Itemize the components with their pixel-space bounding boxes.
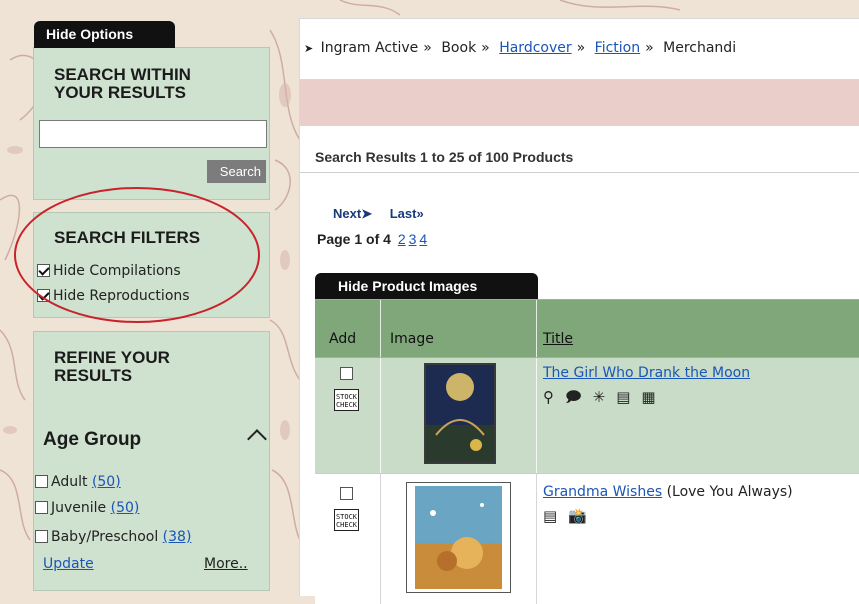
stock-check-icon[interactable]: STOCK CHECK	[334, 389, 359, 411]
checkbox[interactable]	[35, 475, 48, 488]
column-divider	[380, 300, 381, 357]
breadcrumb-item: Ingram Active	[320, 40, 419, 56]
search-within-title: SEARCH WITHIN YOUR RESULTS	[54, 66, 191, 102]
breadcrumb-arrow-icon: ➤	[304, 42, 314, 55]
results-panel: Search Results 1 to 25 of 100 Products N…	[299, 126, 859, 604]
search-within-panel: SEARCH WITHIN YOUR RESULTS Search	[33, 47, 270, 200]
search-filters-title: SEARCH FILTERS	[54, 228, 201, 247]
page-link-2[interactable]: 2	[398, 231, 406, 247]
results-header: Search Results 1 to 25 of 100 Products	[300, 126, 859, 173]
book-cover-image[interactable]	[406, 482, 511, 593]
more-link[interactable]: More..	[204, 556, 248, 572]
checkbox[interactable]	[35, 530, 48, 543]
search-within-input[interactable]	[39, 120, 267, 148]
table-row: STOCK CHECK Grandma Wishes (Love You Alw…	[315, 473, 859, 604]
product-series: (Love You Always)	[666, 484, 793, 500]
breadcrumb-separator: »	[423, 40, 432, 56]
speech-bubble-icon[interactable]: 🗩	[565, 388, 593, 406]
page-label: Page 1 of 4	[317, 231, 391, 247]
add-checkbox[interactable]	[340, 367, 353, 380]
cover-art	[407, 483, 510, 592]
trophy-icon[interactable]: ⚲	[543, 388, 565, 406]
search-filters-panel: SEARCH FILTERS Hide Compilations Hide Re…	[33, 212, 270, 318]
table-row: STOCK CHECK The Girl Who Drank the Moon …	[315, 357, 859, 474]
option-label: Adult	[51, 474, 88, 490]
breadcrumb-item: Book	[441, 40, 477, 56]
option-label: Baby/Preschool	[51, 529, 159, 545]
page-link-3[interactable]: 3	[409, 231, 417, 247]
document-icon[interactable]: ▤	[616, 388, 641, 406]
column-divider	[536, 358, 537, 474]
page-info: Page 1 of 4 234	[317, 231, 427, 247]
option-count-link[interactable]: (50)	[92, 474, 121, 490]
column-divider	[536, 300, 537, 357]
product-icons: ⚲🗩✳▤▦	[543, 387, 667, 412]
breadcrumb-link-hardcover[interactable]: Hardcover	[499, 40, 571, 56]
table-header: Add Image Title	[315, 299, 859, 357]
review-star-icon[interactable]: ✳	[593, 388, 617, 406]
breadcrumb-item: Merchandi	[663, 40, 737, 56]
option-count-link[interactable]: (50)	[111, 500, 140, 516]
filter-hide-compilations[interactable]: Hide Compilations	[37, 263, 181, 279]
column-add: Add	[329, 331, 357, 347]
next-label: Next	[333, 206, 362, 221]
refine-title-line1: REFINE YOUR	[54, 348, 170, 367]
next-link[interactable]: Next➤	[333, 206, 372, 221]
hide-product-images-tab[interactable]: Hide Product Images	[315, 273, 538, 299]
excerpt-icon[interactable]: ▦	[641, 388, 666, 406]
checkbox-checked[interactable]	[37, 264, 50, 277]
breadcrumb-separator: »	[481, 40, 490, 56]
filter-label: Hide Reproductions	[53, 288, 190, 304]
last-label: Last	[389, 206, 417, 221]
add-checkbox[interactable]	[340, 487, 353, 500]
refine-title-line2: RESULTS	[54, 366, 133, 385]
chevron-up-icon[interactable]	[247, 429, 267, 449]
book-cover-image[interactable]	[424, 363, 496, 464]
cover-art	[426, 365, 494, 462]
product-title-line: Grandma Wishes (Love You Always)	[543, 484, 793, 500]
age-option-juvenile[interactable]: Juvenile (50)	[35, 500, 139, 516]
checkbox[interactable]	[35, 501, 48, 514]
column-divider	[536, 474, 537, 604]
option-count-link[interactable]: (38)	[163, 529, 192, 545]
product-title-link[interactable]: Grandma Wishes	[543, 484, 662, 500]
filter-label: Hide Compilations	[53, 263, 181, 279]
search-within-title-line1: SEARCH WITHIN	[54, 65, 191, 84]
age-option-baby-preschool[interactable]: Baby/Preschool (38)	[35, 529, 191, 545]
search-within-title-line2: YOUR RESULTS	[54, 83, 186, 102]
product-icons: ▤📸	[543, 507, 598, 525]
pager: Next➤ Last»	[333, 206, 424, 222]
column-divider	[380, 358, 381, 474]
column-image: Image	[390, 331, 434, 347]
stock-check-icon[interactable]: STOCK CHECK	[334, 509, 359, 531]
breadcrumb-decorative-band	[299, 80, 859, 126]
checkbox-checked[interactable]	[37, 289, 50, 302]
breadcrumb-separator: »	[576, 40, 586, 56]
option-label: Juvenile	[51, 500, 107, 516]
refine-title: REFINE YOUR RESULTS	[54, 349, 170, 385]
column-title-sort[interactable]: Title	[543, 331, 573, 347]
results-summary: Search Results 1 to 25 of 100 Products	[315, 149, 574, 165]
update-link[interactable]: Update	[43, 556, 94, 572]
product-title-link[interactable]: The Girl Who Drank the Moon	[543, 365, 750, 381]
breadcrumb-separator: »	[645, 40, 654, 56]
age-option-adult[interactable]: Adult (50)	[35, 474, 121, 490]
breadcrumb: ➤ Ingram Active» Book» Hardcover» Fictio…	[299, 18, 859, 80]
camera-flash-icon[interactable]: 📸	[568, 507, 598, 525]
column-divider	[380, 474, 381, 604]
age-group-heading: Age Group	[43, 429, 142, 450]
last-link[interactable]: Last»	[390, 206, 424, 221]
document-icon[interactable]: ▤	[543, 507, 568, 525]
breadcrumb-link-fiction[interactable]: Fiction	[595, 40, 640, 56]
hide-options-tab[interactable]: Hide Options	[34, 21, 175, 48]
filter-hide-reproductions[interactable]: Hide Reproductions	[37, 288, 190, 304]
page-link-4[interactable]: 4	[419, 231, 427, 247]
refine-results-panel: REFINE YOUR RESULTS Age Group Adult (50)…	[33, 331, 270, 591]
search-button[interactable]: Search	[207, 160, 266, 183]
